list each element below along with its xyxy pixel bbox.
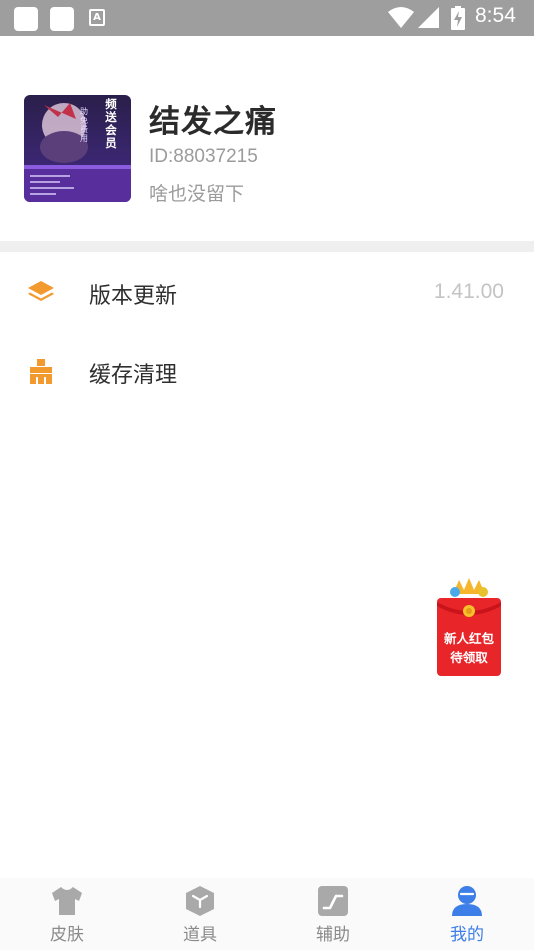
red-packet-title: 新人红包 (443, 631, 494, 646)
tab-label: 道具 (183, 925, 217, 945)
user-name: 结发之痛 (149, 104, 277, 140)
new-user-red-packet[interactable]: 新人红包 待领取 (433, 576, 505, 678)
menu-item-version-update[interactable]: 版本更新 1.41.00 (0, 258, 534, 328)
chart-line-icon (318, 886, 348, 916)
tab-label: 辅助 (316, 925, 350, 945)
square-notification-icon (50, 7, 74, 31)
battery-charging-icon (451, 6, 465, 30)
section-divider (0, 241, 534, 252)
avatar-caption-char: 费 (80, 125, 88, 134)
avatar-caption-char: 助 (80, 107, 88, 116)
wifi-icon (388, 7, 414, 28)
cellular-signal-icon (418, 7, 439, 28)
avatar[interactable]: 频 送 会 员 助 免 费 用 (24, 95, 131, 202)
menu-item-label: 缓存清理 (89, 363, 178, 388)
tab-mine[interactable]: 我的 (400, 878, 534, 950)
avatar-caption-char: 免 (80, 116, 88, 125)
tab-items[interactable]: 道具 (133, 878, 267, 950)
menu-item-label: 版本更新 (89, 284, 178, 309)
user-bio: 啥也没留下 (149, 183, 245, 205)
square-notification-icon (14, 7, 38, 31)
tab-assist[interactable]: 辅助 (266, 878, 400, 950)
tshirt-icon (52, 887, 82, 915)
text-notification-icon: A (89, 9, 105, 26)
tab-label: 我的 (450, 925, 484, 945)
status-bar: A 8:54 (0, 0, 534, 36)
broom-icon (30, 359, 52, 384)
tab-label: 皮肤 (50, 925, 84, 945)
menu-item-clear-cache[interactable]: 缓存清理 (0, 337, 534, 407)
user-icon (452, 886, 482, 916)
avatar-caption-char: 用 (80, 134, 88, 143)
version-number: 1.41.00 (433, 280, 504, 303)
layers-icon (28, 281, 54, 301)
user-id: ID:88037215 (149, 146, 258, 167)
cube-icon (186, 886, 214, 916)
tab-skins[interactable]: 皮肤 (0, 878, 134, 950)
clock-time: 8:54 (475, 4, 516, 27)
avatar-caption-char: 员 (105, 136, 117, 150)
red-packet-subtitle: 待领取 (450, 650, 488, 665)
bottom-tab-bar: 皮肤 道具 辅助 我的 (0, 878, 534, 950)
